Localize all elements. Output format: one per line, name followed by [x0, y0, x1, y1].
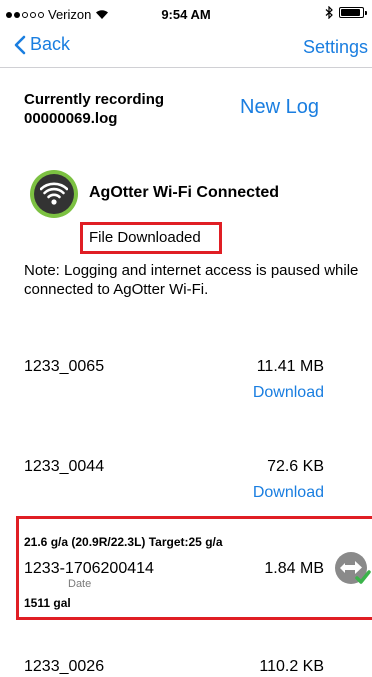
sync-complete-icon[interactable]	[334, 551, 372, 587]
download-button[interactable]: Download	[253, 384, 324, 402]
battery-icon	[339, 7, 367, 18]
status-bar: Verizon 9:54 AM	[0, 0, 372, 28]
nav-bar: Back Settings	[0, 28, 372, 68]
status-time: 9:54 AM	[161, 7, 211, 22]
application-rate-summary: 21.6 g/a (20.9R/22.3L) Target:25 g/a	[24, 535, 223, 549]
recording-status: Currently recording 00000069.log	[24, 90, 164, 128]
recording-filename: 00000069.log	[24, 110, 118, 127]
gallons-total: 1511 gal	[24, 596, 71, 610]
file-name: 1233-1706200414	[24, 560, 154, 577]
back-button[interactable]: Back	[14, 34, 70, 55]
date-label: Date	[68, 578, 92, 590]
back-label: Back	[30, 34, 71, 54]
file-downloaded-status: File Downloaded	[80, 222, 222, 254]
file-size: 1.84 MB	[264, 560, 324, 577]
file-name: 1233_0044	[24, 458, 105, 475]
recording-label: Currently recording	[24, 91, 165, 108]
file-size: 11.41 MB	[256, 358, 324, 375]
new-log-button[interactable]: New Log	[240, 96, 319, 119]
file-size: 72.6 KB	[267, 458, 324, 475]
agotter-wifi-icon	[30, 170, 78, 218]
wifi-note: Note: Logging and internet access is pau…	[24, 262, 359, 298]
wifi-connected-title: AgOtter Wi-Fi Connected	[89, 184, 280, 201]
file-size: 110.2 KB	[259, 658, 324, 675]
file-name: 1233_0026	[24, 658, 105, 675]
file-name: 1233_0065	[24, 358, 105, 375]
bluetooth-icon	[325, 6, 333, 19]
status-right	[325, 6, 367, 19]
download-button[interactable]: Download	[253, 484, 324, 502]
chevron-left-icon	[14, 35, 26, 54]
settings-button[interactable]: Settings	[303, 37, 368, 58]
